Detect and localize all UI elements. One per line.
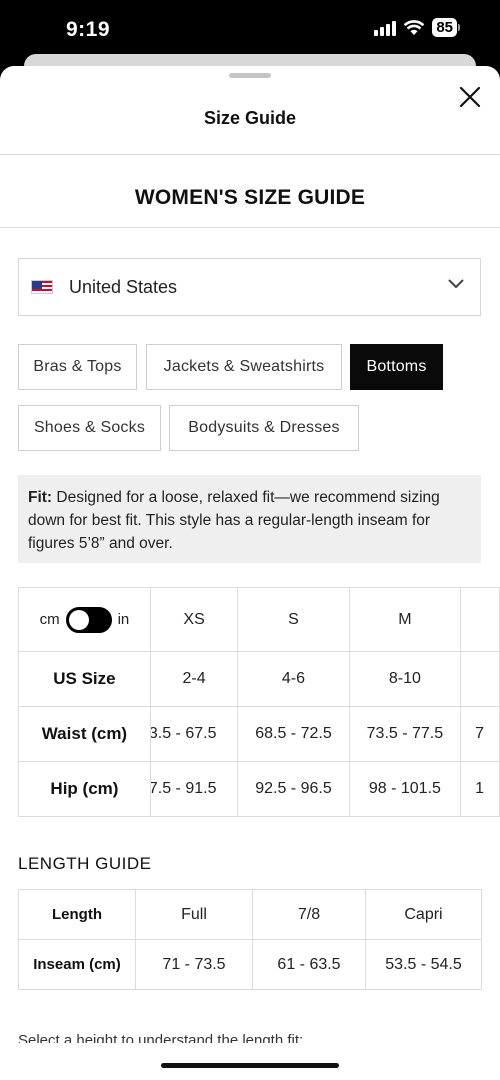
table-cell: 3.5 - 67.5 — [149, 706, 239, 762]
tab-bodysuits-dresses[interactable]: Bodysuits & Dresses — [169, 405, 359, 451]
length-guide-title: LENGTH GUIDE — [18, 854, 152, 873]
tab-jackets-sweatshirts[interactable]: Jackets & Sweatshirts — [146, 344, 342, 390]
table-cell: 7 — [460, 706, 500, 762]
row-label-hip: Hip (cm) — [18, 761, 151, 817]
header-divider — [0, 154, 500, 155]
chevron-down-icon — [448, 279, 464, 288]
table-cell: 98 - 101.5 — [348, 761, 462, 817]
country-select[interactable]: United States — [18, 258, 481, 316]
table-cell: 4-6 — [237, 651, 350, 707]
table-cell: 71 - 73.5 — [135, 939, 253, 990]
tab-shoes-socks[interactable]: Shoes & Socks — [18, 405, 161, 451]
fit-note: Fit: Designed for a loose, relaxed fit—w… — [18, 475, 481, 563]
fit-label: Fit: — [28, 489, 53, 506]
size-header-s: S — [237, 587, 350, 652]
wifi-icon — [404, 19, 425, 35]
table-row: Waist (cm) 3.5 - 67.5 68.5 - 72.5 73.5 -… — [18, 706, 500, 762]
tab-bottoms[interactable]: Bottoms — [350, 344, 443, 390]
table-row: Length Full 7/8 Capri — [18, 889, 482, 940]
table-cell: 53.5 - 54.5 — [365, 939, 482, 990]
table-cell: 2-4 — [149, 651, 239, 707]
battery-icon: 85 — [432, 18, 460, 37]
tab-bras-tops[interactable]: Bras & Tops — [18, 344, 137, 390]
length-helper-text: Select a height to understand the length… — [18, 1032, 304, 1043]
size-guide-sheet: Size Guide WOMEN'S SIZE GUIDE United Sta… — [0, 66, 500, 1080]
us-flag-icon — [31, 280, 53, 294]
length-header-capri: Capri — [365, 889, 482, 940]
status-icons: 85 — [374, 18, 460, 37]
length-header-label: Length — [18, 889, 136, 940]
table-cell: 73.5 - 77.5 — [348, 706, 462, 762]
battery-level: 85 — [432, 18, 457, 37]
heading-divider — [0, 227, 500, 228]
unit-toggle-switch[interactable] — [65, 606, 112, 633]
page-heading: WOMEN'S SIZE GUIDE — [134, 186, 366, 209]
length-header-7-8: 7/8 — [252, 889, 366, 940]
table-cell: 1 — [460, 761, 500, 817]
table-cell: 61 - 63.5 — [252, 939, 366, 990]
size-header-m: M — [348, 587, 462, 652]
length-header-full: Full — [135, 889, 253, 940]
size-table: cm in XS S M US Size 2-4 4-6 8-10 Waist … — [18, 587, 500, 817]
table-row: Hip (cm) 7.5 - 91.5 92.5 - 96.5 98 - 101… — [18, 761, 500, 817]
row-label-waist: Waist (cm) — [18, 706, 151, 762]
unit-in-label: in — [117, 611, 130, 628]
country-label: United States — [69, 276, 178, 297]
size-header-xs: XS — [149, 587, 239, 652]
inseam-label: Inseam (cm) — [18, 939, 136, 990]
table-cell: 8-10 — [348, 651, 462, 707]
table-cell: 68.5 - 72.5 — [237, 706, 350, 762]
status-bar: 9:19 85 — [0, 0, 500, 60]
row-label-us-size: US Size — [18, 651, 151, 707]
close-icon — [459, 86, 481, 108]
size-header-next — [460, 587, 500, 652]
table-cell — [460, 651, 500, 707]
length-table: Length Full 7/8 Capri Inseam (cm) 71 - 7… — [18, 889, 482, 990]
home-indicator — [161, 1063, 339, 1068]
status-time: 9:19 — [66, 18, 111, 41]
sheet-grabber[interactable] — [229, 73, 271, 78]
unit-toggle-cell: cm in — [18, 587, 151, 652]
table-cell: 92.5 - 96.5 — [237, 761, 350, 817]
table-row: Inseam (cm) 71 - 73.5 61 - 63.5 53.5 - 5… — [18, 939, 482, 990]
fit-text: Designed for a loose, relaxed fit—we rec… — [28, 489, 440, 552]
unit-cm-label: cm — [39, 611, 60, 628]
size-header-row: cm in XS S M — [18, 587, 500, 652]
sheet-title: Size Guide — [203, 108, 297, 128]
table-cell: 7.5 - 91.5 — [149, 761, 239, 817]
table-row: US Size 2-4 4-6 8-10 — [18, 651, 500, 707]
cellular-signal-icon — [374, 20, 397, 36]
